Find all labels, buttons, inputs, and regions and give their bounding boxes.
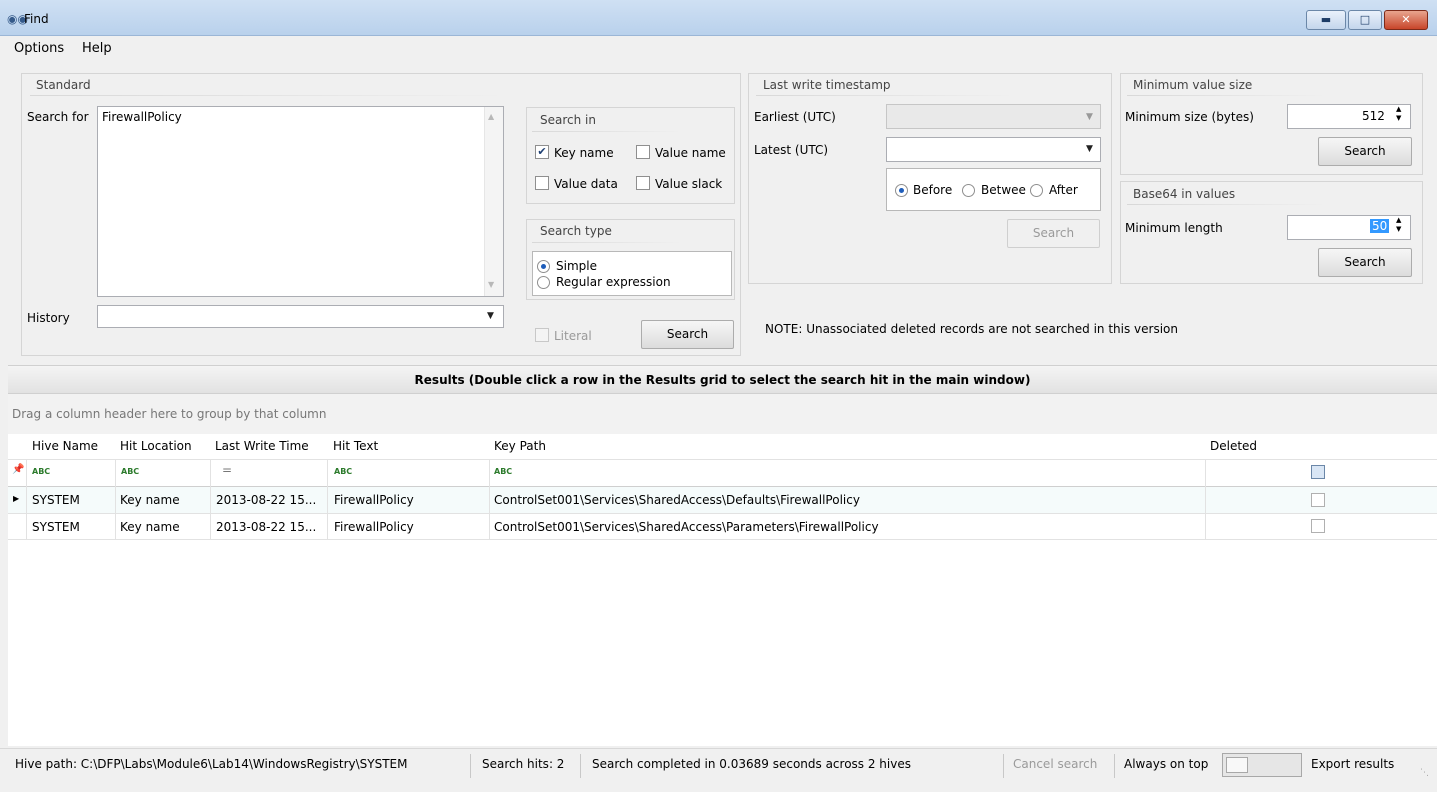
row2-location[interactable]: Key name xyxy=(120,514,180,540)
between-radio[interactable] xyxy=(962,184,975,197)
base64-title: Base64 in values xyxy=(1133,187,1236,201)
row2-hit[interactable]: FirewallPolicy xyxy=(334,514,414,540)
search-for-input[interactable] xyxy=(97,106,504,297)
row1-hit[interactable]: FirewallPolicy xyxy=(334,487,414,513)
spinner-arrows-icon[interactable]: ▲ ▼ xyxy=(1396,216,1401,234)
after-radio[interactable] xyxy=(1030,184,1043,197)
search-type-title: Search type xyxy=(540,224,612,238)
min-length-value[interactable]: 50 xyxy=(1370,219,1390,233)
min-length-label: Minimum length xyxy=(1125,221,1223,235)
note-text: NOTE: Unassociated deleted records are n… xyxy=(765,322,1178,336)
toggle-knob[interactable] xyxy=(1226,757,1248,773)
group-by-hint: Drag a column header here to group by th… xyxy=(12,407,327,421)
search-for-value: FirewallPolicy xyxy=(102,110,182,124)
row1-time[interactable]: 2013-08-22 15... xyxy=(216,487,316,513)
search-in-title: Search in xyxy=(540,113,596,127)
literal-checkbox[interactable] xyxy=(535,328,549,342)
filter-text-icon[interactable]: ABC xyxy=(494,467,512,476)
hive-path-status: Hive path: C:\DFP\Labs\Module6\Lab14\Win… xyxy=(15,757,408,771)
row1-path[interactable]: ControlSet001\Services\SharedAccess\Defa… xyxy=(494,487,860,513)
col-deleted[interactable]: Deleted xyxy=(1210,434,1258,458)
search-type-box xyxy=(532,251,732,296)
min-size-spinner[interactable] xyxy=(1287,104,1411,129)
scroll-up-icon[interactable]: ▲ xyxy=(488,112,494,121)
col-last-write-time[interactable]: Last Write Time xyxy=(215,434,309,458)
simple-label: Simple xyxy=(556,259,597,273)
latest-label: Latest (UTC) xyxy=(754,143,829,157)
filter-text-icon[interactable]: ABC xyxy=(334,467,352,476)
search-for-scrollbar[interactable] xyxy=(484,107,503,296)
value-slack-checkbox[interactable] xyxy=(636,176,650,190)
maximize-button[interactable]: □ xyxy=(1348,10,1382,30)
title-bar[interactable] xyxy=(0,0,1437,36)
search-for-label: Search for xyxy=(27,110,89,124)
window-title: Find xyxy=(24,12,49,26)
col-key-path[interactable]: Key Path xyxy=(494,434,546,458)
timestamp-title: Last write timestamp xyxy=(763,78,891,92)
search-hits-status: Search hits: 2 xyxy=(482,757,565,771)
regex-radio[interactable] xyxy=(537,276,550,289)
key-name-checkbox[interactable]: ✔ xyxy=(535,145,549,159)
row2-path[interactable]: ControlSet001\Services\SharedAccess\Para… xyxy=(494,514,879,540)
menu-bar xyxy=(0,36,1437,62)
between-label: Betwee xyxy=(981,183,1026,197)
literal-label: Literal xyxy=(554,329,592,343)
filter-checkbox-icon[interactable] xyxy=(1311,465,1325,479)
value-name-label: Value name xyxy=(655,146,726,160)
earliest-dropdown[interactable] xyxy=(886,104,1101,129)
latest-dropdown[interactable] xyxy=(886,137,1101,162)
chevron-down-icon[interactable]: ▼ xyxy=(1086,144,1093,154)
search-completed-status: Search completed in 0.03689 seconds acro… xyxy=(592,757,911,771)
row2-deleted-checkbox[interactable] xyxy=(1311,519,1325,533)
results-header: Results (Double click a row in the Resul… xyxy=(8,365,1437,394)
key-name-label: Key name xyxy=(554,146,614,160)
history-label: History xyxy=(27,311,70,325)
row2-hive[interactable]: SYSTEM xyxy=(32,514,80,540)
standard-search-button[interactable]: Search xyxy=(641,320,734,349)
filter-text-icon[interactable]: ABC xyxy=(121,467,139,476)
regex-label: Regular expression xyxy=(556,275,671,289)
col-hit-text[interactable]: Hit Text xyxy=(333,434,379,458)
scroll-down-icon[interactable]: ▼ xyxy=(488,280,494,289)
row1-deleted-checkbox[interactable] xyxy=(1311,493,1325,507)
value-name-checkbox[interactable] xyxy=(636,145,650,159)
minimize-button[interactable]: ▬ xyxy=(1306,10,1346,30)
history-dropdown[interactable] xyxy=(97,305,504,328)
row1-hive[interactable]: SYSTEM xyxy=(32,487,80,513)
col-hit-location[interactable]: Hit Location xyxy=(120,434,192,458)
resize-grip-icon[interactable]: ⋱ xyxy=(1420,768,1429,778)
chevron-down-icon[interactable]: ▼ xyxy=(487,311,494,321)
chevron-down-icon[interactable]: ▼ xyxy=(1086,112,1093,122)
value-data-checkbox[interactable] xyxy=(535,176,549,190)
before-radio[interactable] xyxy=(895,184,908,197)
row1-location[interactable]: Key name xyxy=(120,487,180,513)
col-hive-name[interactable]: Hive Name xyxy=(32,434,99,458)
menu-help[interactable]: Help xyxy=(82,41,112,56)
min-size-label: Minimum size (bytes) xyxy=(1125,110,1254,124)
earliest-label: Earliest (UTC) xyxy=(754,110,836,124)
min-size-search-button[interactable]: Search xyxy=(1318,137,1412,166)
min-value-size-title: Minimum value size xyxy=(1133,78,1253,92)
row-indicator-icon: ▶ xyxy=(13,494,20,503)
simple-radio[interactable] xyxy=(537,260,550,273)
standard-group-title: Standard xyxy=(36,78,91,92)
value-data-label: Value data xyxy=(554,177,618,191)
filter-text-icon[interactable]: ABC xyxy=(32,467,50,476)
value-slack-label: Value slack xyxy=(655,177,723,191)
base64-search-button[interactable]: Search xyxy=(1318,248,1412,277)
min-size-value: 512 xyxy=(1362,109,1385,123)
pin-icon[interactable]: 📌 xyxy=(12,464,24,475)
filter-equals-icon[interactable]: = xyxy=(222,463,232,477)
min-length-spinner[interactable] xyxy=(1287,215,1411,240)
cancel-search-button[interactable]: Cancel search xyxy=(1013,757,1097,771)
row2-time[interactable]: 2013-08-22 15... xyxy=(216,514,316,540)
after-label: After xyxy=(1049,183,1078,197)
close-button[interactable]: ✕ xyxy=(1384,10,1428,30)
export-results-button[interactable]: Export results xyxy=(1311,757,1394,771)
menu-options[interactable]: Options xyxy=(14,41,64,56)
before-label: Before xyxy=(913,183,953,197)
timestamp-search-button[interactable]: Search xyxy=(1007,219,1100,248)
spinner-arrows-icon[interactable]: ▲ ▼ xyxy=(1396,105,1401,123)
always-on-top-label: Always on top xyxy=(1124,757,1209,771)
